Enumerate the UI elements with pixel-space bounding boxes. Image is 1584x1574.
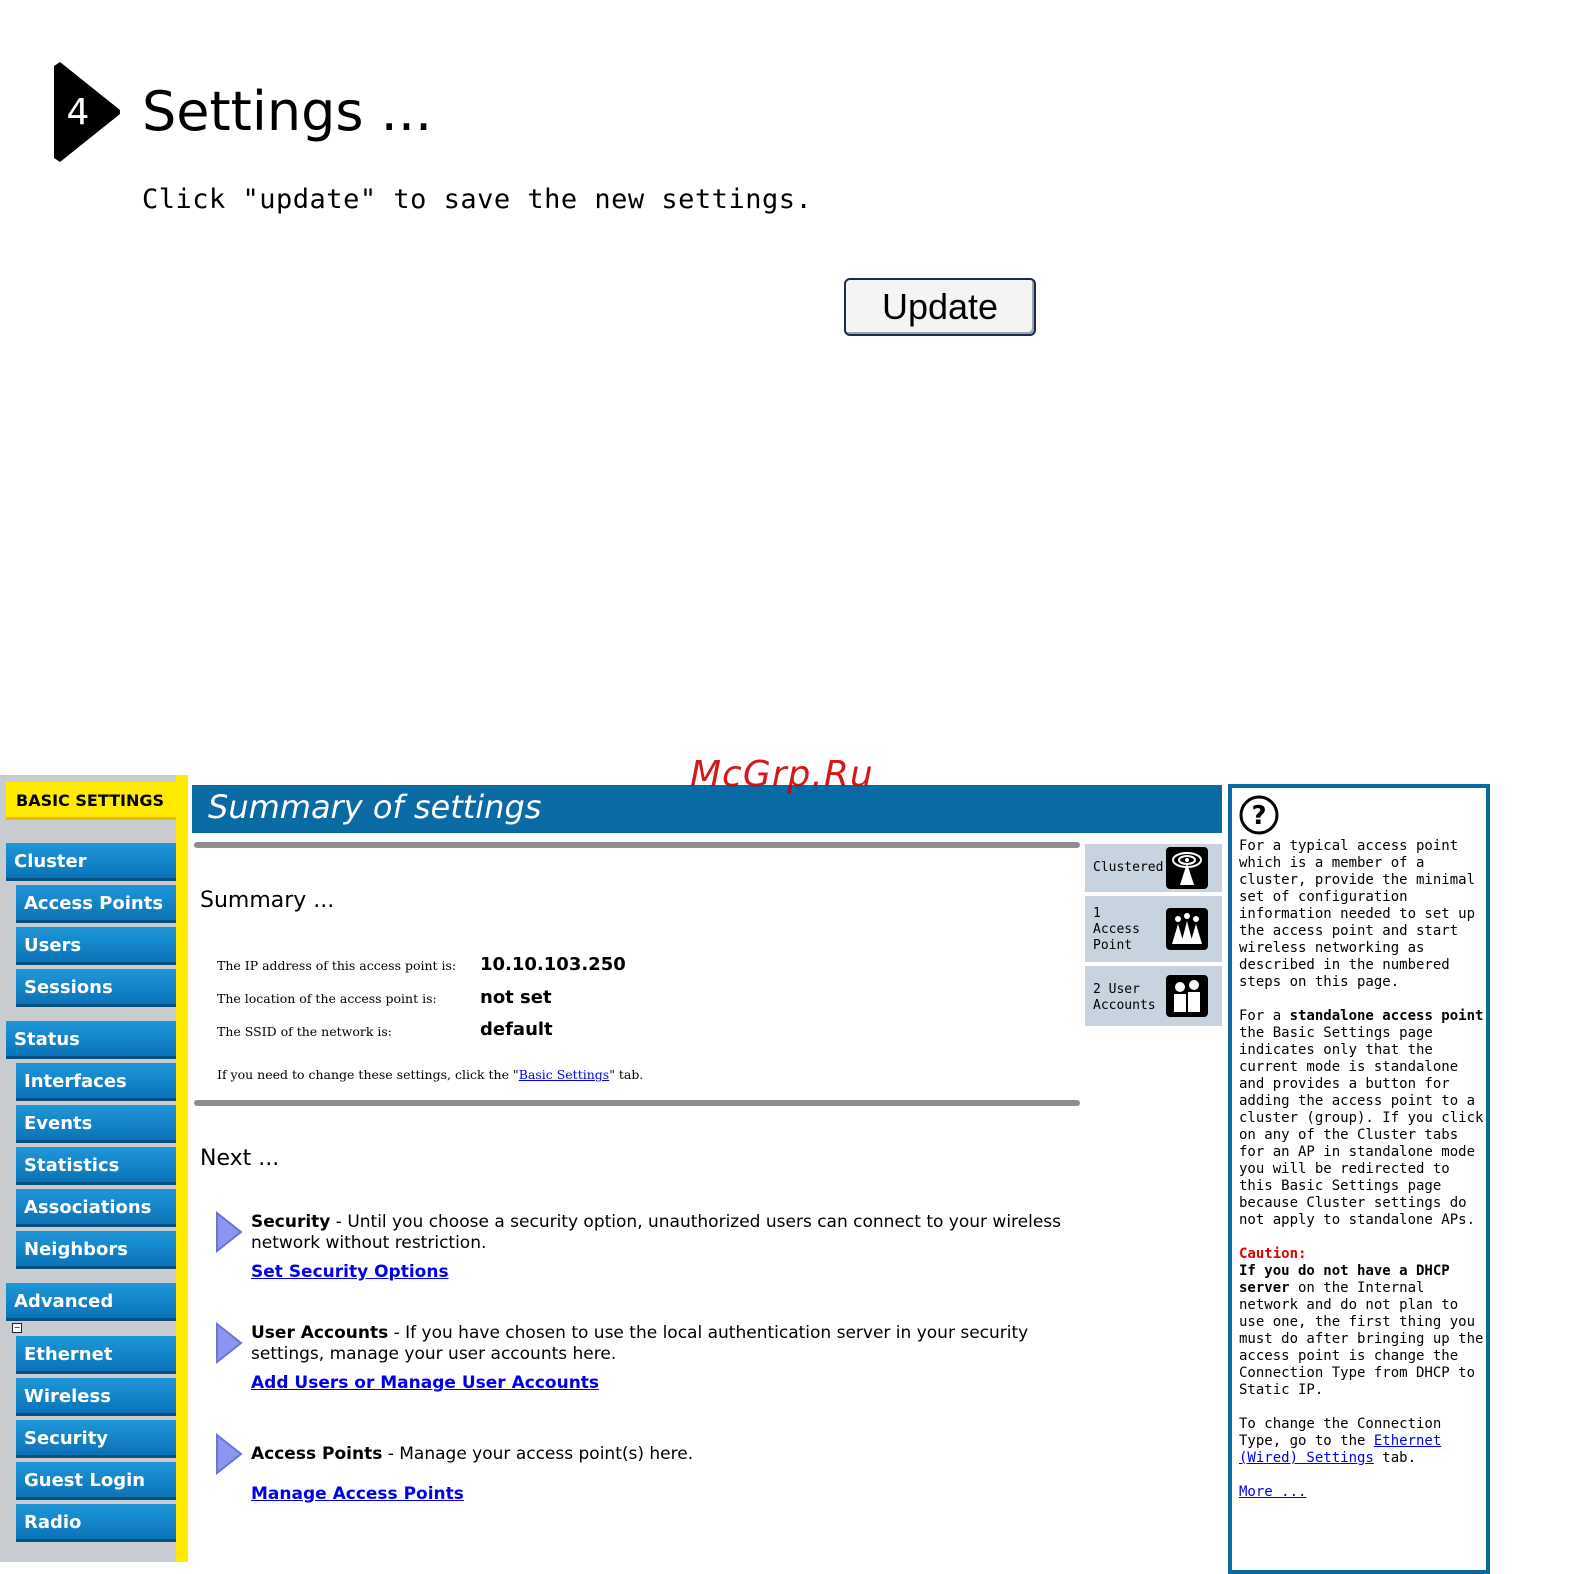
next-arrow-icon — [216, 1433, 243, 1475]
nav-item-status[interactable]: Status — [6, 1021, 176, 1059]
update-button[interactable]: Update — [844, 278, 1036, 336]
ssid-value: default — [480, 1019, 553, 1040]
collapse-icon[interactable]: − — [12, 1323, 22, 1333]
next-item-desc: - Manage your access point(s) here. — [382, 1444, 694, 1464]
manage-access-points-link[interactable]: Manage Access Points — [251, 1484, 464, 1504]
more-link[interactable]: More ... — [1239, 1484, 1306, 1500]
nav-item-wireless[interactable]: Wireless — [16, 1378, 176, 1416]
nav-item-access-points[interactable]: Access Points — [16, 885, 176, 923]
svg-text:4: 4 — [67, 92, 90, 133]
next-item-access-points: Access Points - Manage your access point… — [251, 1444, 1071, 1465]
badge-text: Accounts — [1093, 998, 1156, 1013]
nav-accent-strip — [176, 775, 188, 1562]
nav-item-cluster[interactable]: Cluster — [6, 843, 176, 881]
badge-user-accounts: 2 User Accounts — [1085, 966, 1222, 1026]
ip-value: 10.10.103.250 — [480, 954, 626, 975]
cluster-icon — [1166, 847, 1208, 889]
watermark: McGrp.Ru — [690, 754, 874, 795]
next-heading: Next ... — [200, 1146, 280, 1171]
nav-item-neighbors[interactable]: Neighbors — [16, 1231, 176, 1269]
basic-settings-link[interactable]: Basic Settings — [519, 1067, 610, 1082]
badge-text: Access — [1093, 922, 1140, 937]
nav-item-guest-login[interactable]: Guest Login — [16, 1462, 176, 1500]
badge-clustered: Clustered — [1085, 844, 1222, 892]
page-title: Summary of settings — [208, 788, 542, 826]
badge-text: 1 — [1093, 906, 1101, 921]
help-text-span: tab. — [1373, 1450, 1417, 1466]
help-paragraph: To change the Connection Type, go to the… — [1239, 1416, 1485, 1467]
help-text-span: the Basic Settings page indicates only t… — [1239, 1025, 1484, 1228]
next-arrow-icon — [216, 1211, 243, 1253]
access-point-icon — [1166, 908, 1208, 950]
ssid-label: The SSID of the network is: — [217, 1024, 393, 1039]
help-caution: Caution: If you do not have a DHCP server… — [1239, 1246, 1485, 1399]
badge-text: Clustered — [1093, 860, 1164, 875]
caution-label: Caution: — [1239, 1246, 1307, 1262]
nav-item-ethernet[interactable]: Ethernet — [16, 1336, 176, 1374]
next-item-desc: - Until you choose a security option, un… — [251, 1212, 1062, 1253]
location-label: The location of the access point is: — [217, 991, 437, 1006]
manage-user-accounts-link[interactable]: Add Users or Manage User Accounts — [251, 1373, 599, 1393]
svg-text:?: ? — [1251, 801, 1266, 831]
nav-item-advanced[interactable]: Advanced — [6, 1283, 176, 1321]
nav-item-users[interactable]: Users — [16, 927, 176, 965]
help-text: For a typical access point which is a me… — [1239, 838, 1485, 1518]
change-note-prefix: If you need to change these settings, cl… — [217, 1067, 519, 1082]
badge-text: 2 User — [1093, 982, 1140, 997]
next-item-user-accounts: User Accounts - If you have chosen to us… — [251, 1323, 1071, 1365]
nav-item-interfaces[interactable]: Interfaces — [16, 1063, 176, 1101]
users-icon — [1166, 975, 1208, 1017]
nav-item-associations[interactable]: Associations — [16, 1189, 176, 1227]
help-paragraph: For a typical access point which is a me… — [1239, 838, 1476, 990]
change-settings-note: If you need to change these settings, cl… — [217, 1067, 643, 1082]
ip-label: The IP address of this access point is: — [217, 958, 457, 973]
help-paragraph: More ... — [1239, 1484, 1485, 1501]
step-instruction: Click "update" to save the new settings. — [142, 184, 813, 215]
divider — [194, 1100, 1080, 1106]
help-bold: standalone access point — [1289, 1008, 1484, 1024]
help-text-span: on the Internal network and do not plan … — [1239, 1280, 1484, 1398]
set-security-options-link[interactable]: Set Security Options — [251, 1262, 449, 1282]
next-arrow-icon — [216, 1322, 243, 1364]
help-text-span: For a — [1239, 1008, 1290, 1024]
nav-item-radio[interactable]: Radio — [16, 1504, 176, 1542]
next-item-security: Security - Until you choose a security o… — [251, 1212, 1071, 1254]
nav-item-statistics[interactable]: Statistics — [16, 1147, 176, 1185]
nav-item-security[interactable]: Security — [16, 1420, 176, 1458]
location-value: not set — [480, 987, 552, 1008]
step-title: Settings ... — [142, 80, 433, 143]
summary-heading: Summary ... — [200, 888, 335, 913]
next-item-title: Security — [251, 1212, 331, 1232]
nav-item-sessions[interactable]: Sessions — [16, 969, 176, 1007]
step-number-icon: 4 — [54, 62, 120, 162]
badge-access-point: 1 Access Point — [1085, 896, 1222, 962]
next-item-title: User Accounts — [251, 1323, 389, 1343]
badge-text: Point — [1093, 938, 1133, 953]
help-paragraph: For a standalone access point the Basic … — [1239, 1008, 1485, 1229]
nav-header-basic-settings[interactable]: BASIC SETTINGS — [6, 782, 176, 820]
divider — [194, 842, 1080, 848]
nav-item-events[interactable]: Events — [16, 1105, 176, 1143]
next-item-title: Access Points — [251, 1444, 383, 1464]
change-note-suffix: " tab. — [609, 1067, 644, 1082]
help-icon: ? — [1239, 795, 1279, 835]
